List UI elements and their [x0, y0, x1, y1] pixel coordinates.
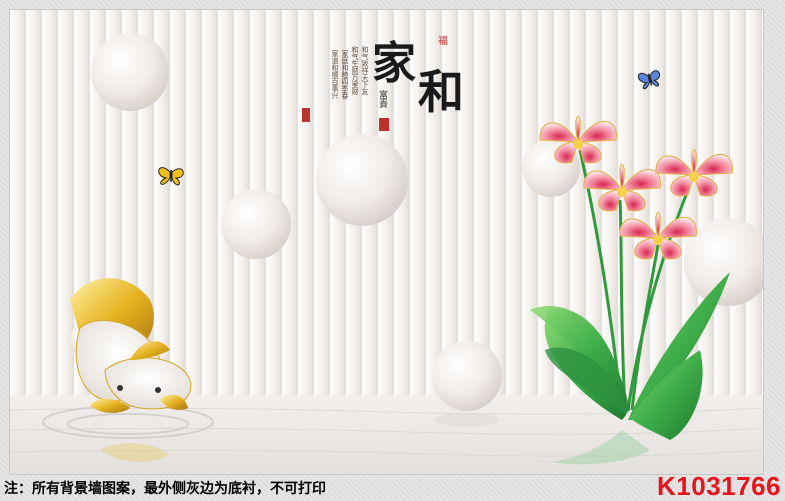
poem-line-1: 和气致祥天下友 — [361, 45, 369, 96]
seal-small-left — [302, 108, 310, 122]
mural-artwork: 和气致祥天下友 和气生财万里财 家庭和睦四季春 家道和顺百事兴 富貴 家 和 福 — [10, 10, 763, 474]
seal-top-char: 福 — [438, 34, 448, 47]
background-frame: 和气致祥天下友 和气生财万里财 家庭和睦四季春 家道和顺百事兴 富貴 家 和 福 — [0, 0, 785, 501]
poem-line-4: 家道和顺百事兴 — [331, 49, 339, 100]
title-char-2: 和 — [418, 65, 464, 119]
print-note: 注：所有背景墙图案，最外侧灰边为底衬，不可打印 — [4, 481, 326, 497]
subtitle-text: 富貴 — [377, 89, 388, 109]
title-char-1: 家 — [372, 38, 416, 89]
product-code: K1031766 — [657, 471, 781, 501]
poem-line-2: 和气生财万里财 — [351, 45, 359, 96]
mural-svg: 和气致祥天下友 和气生财万里财 家庭和睦四季春 家道和顺百事兴 富貴 家 和 福 — [10, 10, 763, 474]
poem-line-3: 家庭和睦四季春 — [341, 49, 349, 100]
seal-small-right — [379, 118, 389, 131]
